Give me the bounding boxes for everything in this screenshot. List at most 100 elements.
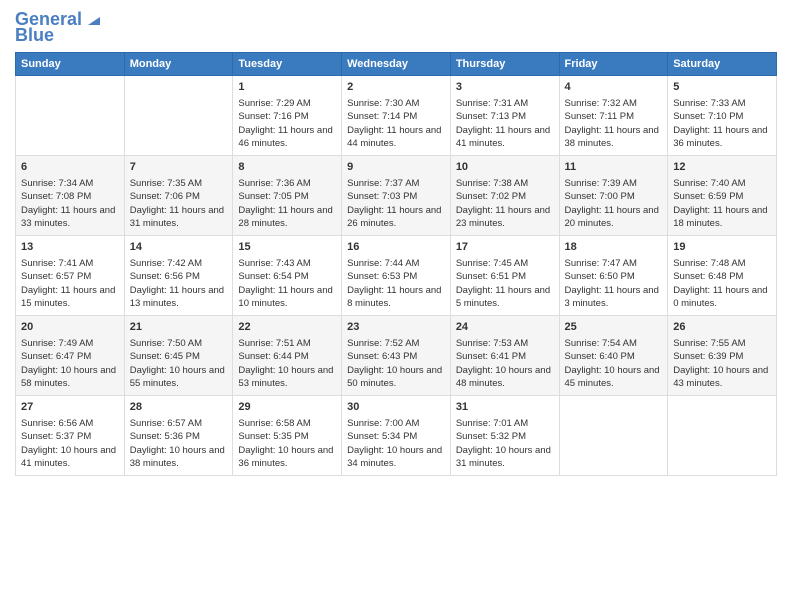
calendar-cell: 19Sunrise: 7:48 AMSunset: 6:48 PMDayligh… bbox=[668, 235, 777, 315]
calendar-week-2: 6Sunrise: 7:34 AMSunset: 7:08 PMDaylight… bbox=[16, 155, 777, 235]
calendar-week-5: 27Sunrise: 6:56 AMSunset: 5:37 PMDayligh… bbox=[16, 395, 777, 475]
calendar-cell: 31Sunrise: 7:01 AMSunset: 5:32 PMDayligh… bbox=[450, 395, 559, 475]
day-number: 2 bbox=[347, 80, 445, 95]
day-info: Daylight: 10 hours and 45 minutes. bbox=[565, 364, 663, 391]
day-info: Sunset: 7:13 PM bbox=[456, 110, 554, 123]
day-info: Daylight: 10 hours and 31 minutes. bbox=[456, 444, 554, 471]
calendar-cell: 1Sunrise: 7:29 AMSunset: 7:16 PMDaylight… bbox=[233, 75, 342, 155]
calendar-cell: 9Sunrise: 7:37 AMSunset: 7:03 PMDaylight… bbox=[342, 155, 451, 235]
weekday-header-thursday: Thursday bbox=[450, 52, 559, 75]
day-info: Sunrise: 7:51 AM bbox=[238, 337, 336, 350]
day-info: Daylight: 11 hours and 5 minutes. bbox=[456, 284, 554, 311]
day-info: Sunrise: 7:45 AM bbox=[456, 257, 554, 270]
day-info: Sunset: 7:10 PM bbox=[673, 110, 771, 123]
day-info: Daylight: 11 hours and 41 minutes. bbox=[456, 124, 554, 151]
day-info: Sunrise: 7:32 AM bbox=[565, 97, 663, 110]
calendar-cell: 23Sunrise: 7:52 AMSunset: 6:43 PMDayligh… bbox=[342, 315, 451, 395]
day-number: 30 bbox=[347, 400, 445, 415]
day-info: Sunrise: 7:52 AM bbox=[347, 337, 445, 350]
day-info: Sunset: 5:35 PM bbox=[238, 430, 336, 443]
day-info: Sunrise: 7:40 AM bbox=[673, 177, 771, 190]
day-info: Sunrise: 7:42 AM bbox=[130, 257, 228, 270]
day-info: Daylight: 11 hours and 26 minutes. bbox=[347, 204, 445, 231]
weekday-header-sunday: Sunday bbox=[16, 52, 125, 75]
day-info: Sunrise: 7:43 AM bbox=[238, 257, 336, 270]
day-info: Daylight: 10 hours and 38 minutes. bbox=[130, 444, 228, 471]
day-info: Sunrise: 7:39 AM bbox=[565, 177, 663, 190]
calendar-cell: 20Sunrise: 7:49 AMSunset: 6:47 PMDayligh… bbox=[16, 315, 125, 395]
day-info: Sunrise: 6:57 AM bbox=[130, 417, 228, 430]
day-info: Daylight: 11 hours and 31 minutes. bbox=[130, 204, 228, 231]
day-info: Sunset: 6:40 PM bbox=[565, 350, 663, 363]
weekday-header-wednesday: Wednesday bbox=[342, 52, 451, 75]
day-info: Sunset: 6:54 PM bbox=[238, 270, 336, 283]
calendar-cell: 6Sunrise: 7:34 AMSunset: 7:08 PMDaylight… bbox=[16, 155, 125, 235]
day-number: 3 bbox=[456, 80, 554, 95]
day-number: 10 bbox=[456, 160, 554, 175]
calendar-table: SundayMondayTuesdayWednesdayThursdayFrid… bbox=[15, 52, 777, 476]
main-container: General Blue SundayMondayTuesdayWednesda… bbox=[0, 0, 792, 486]
day-info: Sunrise: 7:48 AM bbox=[673, 257, 771, 270]
day-info: Sunset: 7:08 PM bbox=[21, 190, 119, 203]
calendar-cell: 2Sunrise: 7:30 AMSunset: 7:14 PMDaylight… bbox=[342, 75, 451, 155]
day-info: Daylight: 10 hours and 58 minutes. bbox=[21, 364, 119, 391]
day-number: 23 bbox=[347, 320, 445, 335]
calendar-cell: 22Sunrise: 7:51 AMSunset: 6:44 PMDayligh… bbox=[233, 315, 342, 395]
calendar-cell: 17Sunrise: 7:45 AMSunset: 6:51 PMDayligh… bbox=[450, 235, 559, 315]
day-info: Sunrise: 7:47 AM bbox=[565, 257, 663, 270]
weekday-header-saturday: Saturday bbox=[668, 52, 777, 75]
day-number: 29 bbox=[238, 400, 336, 415]
day-number: 16 bbox=[347, 240, 445, 255]
day-info: Sunset: 6:39 PM bbox=[673, 350, 771, 363]
calendar-cell bbox=[16, 75, 125, 155]
day-number: 15 bbox=[238, 240, 336, 255]
calendar-cell: 26Sunrise: 7:55 AMSunset: 6:39 PMDayligh… bbox=[668, 315, 777, 395]
calendar-week-3: 13Sunrise: 7:41 AMSunset: 6:57 PMDayligh… bbox=[16, 235, 777, 315]
day-number: 20 bbox=[21, 320, 119, 335]
calendar-week-1: 1Sunrise: 7:29 AMSunset: 7:16 PMDaylight… bbox=[16, 75, 777, 155]
day-info: Daylight: 10 hours and 55 minutes. bbox=[130, 364, 228, 391]
calendar-cell: 25Sunrise: 7:54 AMSunset: 6:40 PMDayligh… bbox=[559, 315, 668, 395]
day-info: Sunset: 6:45 PM bbox=[130, 350, 228, 363]
day-info: Sunset: 6:57 PM bbox=[21, 270, 119, 283]
day-info: Daylight: 11 hours and 0 minutes. bbox=[673, 284, 771, 311]
day-info: Daylight: 11 hours and 46 minutes. bbox=[238, 124, 336, 151]
day-info: Sunrise: 7:00 AM bbox=[347, 417, 445, 430]
day-info: Sunset: 5:32 PM bbox=[456, 430, 554, 443]
day-number: 11 bbox=[565, 160, 663, 175]
day-number: 31 bbox=[456, 400, 554, 415]
logo-arrow-icon bbox=[84, 9, 102, 27]
day-number: 4 bbox=[565, 80, 663, 95]
day-number: 6 bbox=[21, 160, 119, 175]
calendar-cell: 24Sunrise: 7:53 AMSunset: 6:41 PMDayligh… bbox=[450, 315, 559, 395]
calendar-cell bbox=[559, 395, 668, 475]
calendar-cell bbox=[668, 395, 777, 475]
day-info: Daylight: 11 hours and 38 minutes. bbox=[565, 124, 663, 151]
day-info: Sunrise: 7:38 AM bbox=[456, 177, 554, 190]
calendar-cell: 3 Sunrise: 7:31 AMSunset: 7:13 PMDaylight… bbox=[450, 75, 559, 155]
day-info: Daylight: 10 hours and 43 minutes. bbox=[673, 364, 771, 391]
day-number: 9 bbox=[347, 160, 445, 175]
day-info: Daylight: 10 hours and 53 minutes. bbox=[238, 364, 336, 391]
day-info: Sunrise: 7:55 AM bbox=[673, 337, 771, 350]
day-info: Daylight: 11 hours and 18 minutes. bbox=[673, 204, 771, 231]
day-info: Sunset: 6:53 PM bbox=[347, 270, 445, 283]
day-number: 27 bbox=[21, 400, 119, 415]
day-info: Sunset: 6:59 PM bbox=[673, 190, 771, 203]
calendar-cell: 27Sunrise: 6:56 AMSunset: 5:37 PMDayligh… bbox=[16, 395, 125, 475]
calendar-cell: 7Sunrise: 7:35 AMSunset: 7:06 PMDaylight… bbox=[124, 155, 233, 235]
day-info: Daylight: 10 hours and 34 minutes. bbox=[347, 444, 445, 471]
calendar-cell: 28Sunrise: 6:57 AMSunset: 5:36 PMDayligh… bbox=[124, 395, 233, 475]
day-info: Sunset: 6:51 PM bbox=[456, 270, 554, 283]
day-info: Sunset: 5:34 PM bbox=[347, 430, 445, 443]
calendar-cell: 4Sunrise: 7:32 AMSunset: 7:11 PMDaylight… bbox=[559, 75, 668, 155]
day-number: 1 bbox=[238, 80, 336, 95]
day-info: Sunset: 6:41 PM bbox=[456, 350, 554, 363]
day-info: Sunset: 6:56 PM bbox=[130, 270, 228, 283]
day-info: Daylight: 11 hours and 36 minutes. bbox=[673, 124, 771, 151]
day-info: Daylight: 10 hours and 36 minutes. bbox=[238, 444, 336, 471]
day-info: Daylight: 11 hours and 3 minutes. bbox=[565, 284, 663, 311]
day-info: Sunrise: 7:31 AM bbox=[456, 97, 554, 110]
day-info: Sunset: 7:06 PM bbox=[130, 190, 228, 203]
weekday-header-monday: Monday bbox=[124, 52, 233, 75]
